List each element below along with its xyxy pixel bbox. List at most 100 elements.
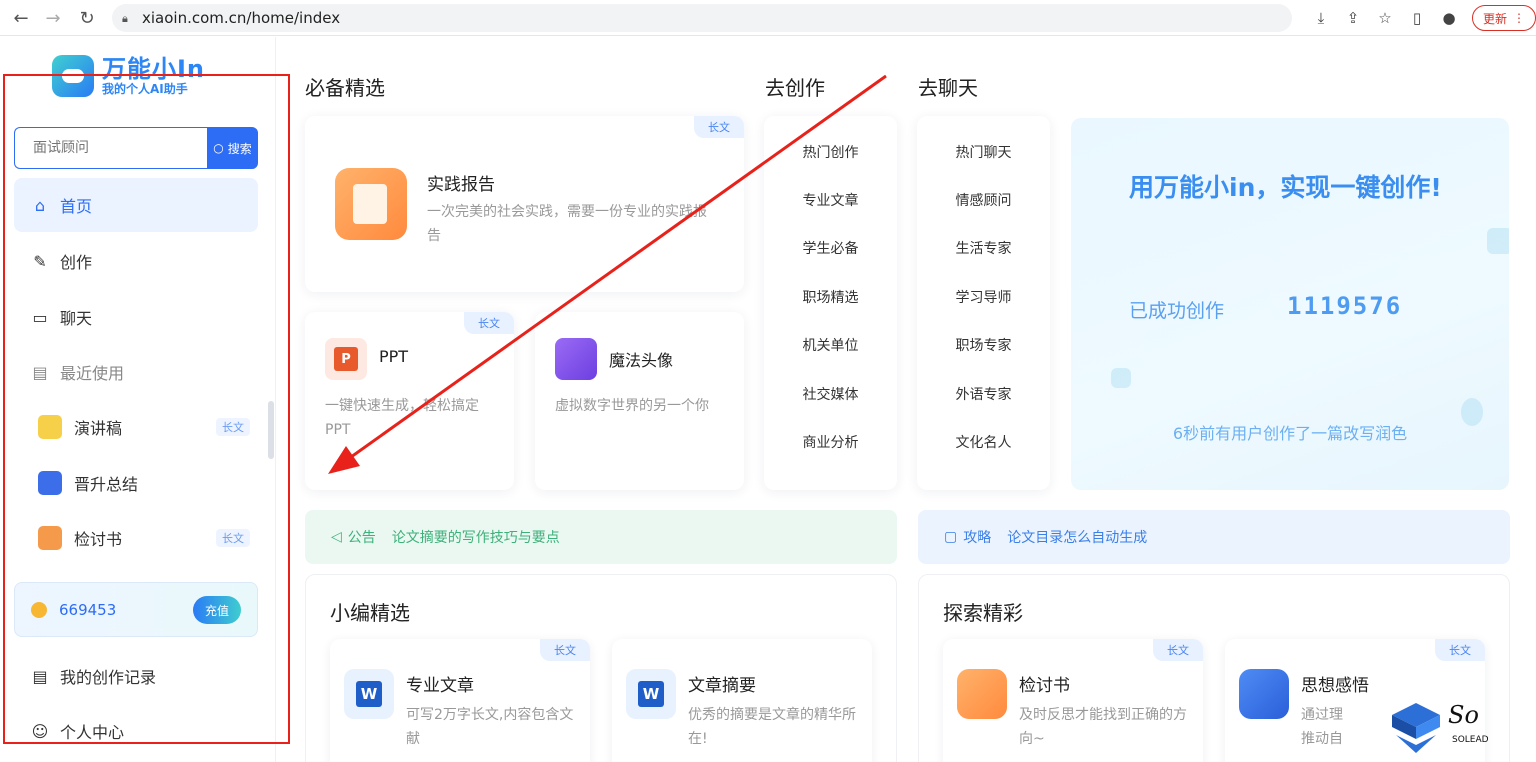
forward-icon[interactable]: →	[38, 3, 68, 33]
long-text-badge: 长文	[1435, 639, 1485, 661]
url-text: xiaoin.com.cn/home/index	[142, 9, 341, 27]
search-input[interactable]	[14, 127, 207, 169]
announcement-bar[interactable]: ◁ 公告 论文摘要的写作技巧与要点	[305, 510, 897, 564]
create-link[interactable]: 热门创作	[764, 142, 897, 162]
section-title-editor: 小编精选	[330, 601, 410, 625]
long-text-badge: 长文	[216, 418, 250, 436]
coin-icon	[31, 601, 47, 618]
sidebar-item-label: 个人中心	[60, 723, 125, 742]
long-text-badge: 长文	[540, 639, 590, 661]
create-link[interactable]: 职场精选	[764, 287, 897, 307]
chat-link[interactable]: 学习导师	[917, 287, 1050, 307]
announcement-text[interactable]: 论文摘要的写作技巧与要点	[392, 527, 560, 547]
card-title: 思想感悟	[1301, 676, 1369, 696]
chat-link[interactable]: 职场专家	[917, 335, 1050, 355]
address-bar[interactable]: 🔒︎ xiaoin.com.cn/home/index	[112, 4, 1292, 32]
smile-icon: ☺	[31, 721, 49, 741]
card-description: 可写2万字长文,内容包含文献	[406, 707, 574, 747]
guide-label: 攻略	[963, 530, 992, 546]
sidebar: 万能小In 我的个人AI助手 ○ 搜索 ⌂ 首页 ✎ 创作 ▭ 聊天 ▤ 最近使…	[0, 37, 276, 762]
chat-link[interactable]: 热门聊天	[917, 142, 1050, 162]
search-icon: ○	[213, 141, 224, 155]
recent-item-label: 晋升总结	[74, 475, 139, 494]
star-icon[interactable]: ☆	[1372, 5, 1398, 31]
chat-link[interactable]: 文化名人	[917, 432, 1050, 452]
sidebar-item-history[interactable]: ▤ 我的创作记录	[14, 649, 258, 703]
decoration-cube	[1487, 228, 1509, 254]
card-title: 魔法头像	[609, 351, 674, 370]
chat-link[interactable]: 情感顾问	[917, 190, 1050, 210]
notebook-icon	[1239, 669, 1289, 719]
sidebar-item-create[interactable]: ✎ 创作	[14, 234, 258, 288]
guide-text[interactable]: 论文目录怎么自动生成	[1007, 527, 1147, 547]
long-text-badge: 长文	[1153, 639, 1203, 661]
explore-card-review[interactable]: 长文 检讨书 及时反思才能找到正确的方向~	[943, 639, 1203, 762]
section-title-create: 去创作	[765, 76, 825, 100]
chat-link[interactable]: 生活专家	[917, 238, 1050, 258]
create-link[interactable]: 学生必备	[764, 238, 897, 258]
create-link[interactable]: 商业分析	[764, 432, 897, 452]
sidebar-item-profile[interactable]: ☺ 个人中心	[14, 704, 258, 758]
card-description: 优秀的摘要是文章的精华所在!	[688, 707, 856, 747]
search-button[interactable]: ○ 搜索	[207, 127, 258, 169]
sidebar-item-recent[interactable]: ▤ 最近使用	[14, 345, 258, 399]
card-title: 实践报告	[427, 175, 495, 195]
card-description: 虚拟数字世界的另一个你	[555, 398, 709, 414]
browser-actions: ⤓ ⇪ ☆ ▯ ● 更新 ⋮	[1308, 3, 1536, 33]
lock-icon: 🔒︎	[122, 12, 128, 25]
sidebar-scrollbar[interactable]	[268, 401, 274, 459]
hero-title: 用万能小in，实现一键创作!	[1129, 173, 1442, 202]
editor-picks-panel: 小编精选 长文 专业文章 可写2万字长文,内容包含文献 文章摘要 优秀的摘要是文…	[305, 574, 897, 762]
guide-bar[interactable]: ▢ 攻略 论文目录怎么自动生成	[918, 510, 1510, 564]
recent-icon: ▤	[32, 362, 48, 382]
featured-card-report[interactable]: 长文 实践报告 一次完美的社会实践，需要一份专业的实践报告	[305, 116, 744, 292]
speaker-icon: ◁	[331, 529, 342, 545]
create-link[interactable]: 机关单位	[764, 335, 897, 355]
solead-watermark: So SOLEAD	[1386, 695, 1496, 755]
recent-item-speech[interactable]: 演讲稿 长文	[38, 407, 254, 447]
editor-card-article[interactable]: 长文 专业文章 可写2万字长文,内容包含文献	[330, 639, 590, 762]
microphone-icon	[38, 415, 62, 439]
decoration-cube	[1111, 368, 1131, 388]
chat-link[interactable]: 外语专家	[917, 384, 1050, 404]
profile-icon[interactable]: ●	[1436, 5, 1462, 31]
sidebar-item-label: 首页	[60, 197, 93, 216]
coin-balance-card: 669453 充值	[14, 582, 258, 637]
long-text-badge: 长文	[464, 312, 514, 334]
home-icon: ⌂	[34, 195, 46, 215]
share-icon[interactable]: ⇪	[1340, 5, 1366, 31]
recent-item-label: 演讲稿	[74, 419, 123, 438]
featured-card-ppt[interactable]: 长文 P PPT 一键快速生成，轻松搞定PPT	[305, 312, 514, 490]
reload-icon[interactable]: ↻	[72, 3, 102, 33]
report-icon	[957, 669, 1007, 719]
recent-item-promotion[interactable]: 晋升总结	[38, 463, 254, 503]
chat-icon: ▭	[32, 307, 48, 327]
sidepanel-icon[interactable]: ▯	[1404, 5, 1430, 31]
card-title: 专业文章	[406, 676, 474, 696]
install-icon[interactable]: ⤓	[1308, 5, 1334, 31]
featured-card-avatar[interactable]: 魔法头像 虚拟数字世界的另一个你	[535, 312, 744, 490]
update-button[interactable]: 更新 ⋮	[1471, 5, 1536, 31]
coin-balance: 669453	[59, 600, 117, 619]
robot-logo-icon	[52, 55, 94, 97]
sidebar-item-home[interactable]: ⌂ 首页	[14, 178, 258, 232]
watermark-text: SOLEAD	[1452, 735, 1489, 745]
editor-card-abstract[interactable]: 文章摘要 优秀的摘要是文章的精华所在!	[612, 639, 872, 762]
sidebar-item-label: 最近使用	[60, 364, 125, 383]
long-text-badge: 长文	[216, 529, 250, 547]
create-link[interactable]: 专业文章	[764, 190, 897, 210]
hero-count: 1119576	[1287, 292, 1403, 320]
logo-title: 万能小In	[102, 55, 206, 83]
recent-item-review[interactable]: 检讨书 长文	[38, 518, 254, 558]
create-link[interactable]: 社交媒体	[764, 384, 897, 404]
recharge-button[interactable]: 充值	[193, 596, 241, 624]
ppt-icon: P	[325, 338, 367, 380]
update-label: 更新	[1482, 11, 1507, 26]
logo[interactable]: 万能小In 我的个人AI助手	[52, 55, 205, 97]
sidebar-item-label: 创作	[60, 253, 93, 272]
chat-category-list: 热门聊天 情感顾问 生活专家 学习导师 职场专家 外语专家 文化名人	[917, 116, 1050, 490]
sidebar-item-chat[interactable]: ▭ 聊天	[14, 290, 258, 344]
card-description: 及时反思才能找到正确的方向~	[1019, 707, 1187, 747]
section-title-featured: 必备精选	[305, 76, 385, 100]
back-icon[interactable]: ←	[6, 3, 36, 33]
